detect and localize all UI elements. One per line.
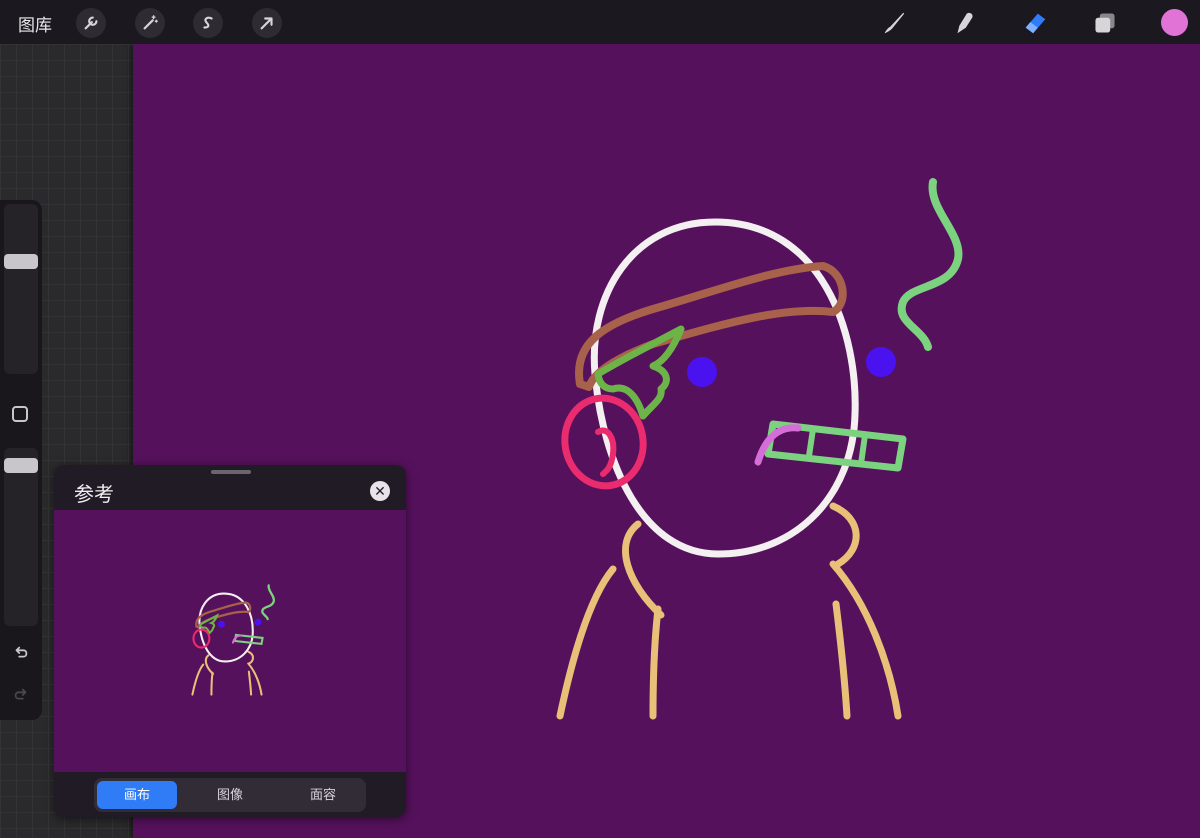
layers-icon bbox=[1095, 13, 1115, 33]
reference-mode-tabs: 画布 图像 面容 bbox=[94, 778, 366, 812]
arrow-cursor-icon bbox=[260, 17, 273, 30]
close-button[interactable]: ✕ bbox=[370, 481, 390, 501]
redo-icon bbox=[14, 688, 27, 700]
magic-wand-icon bbox=[143, 15, 158, 30]
top-toolbar: 图库 bbox=[0, 0, 1200, 44]
selection-s-icon bbox=[203, 16, 213, 29]
layers-button[interactable] bbox=[1090, 8, 1120, 38]
undo-button[interactable] bbox=[8, 640, 34, 666]
eraser-icon bbox=[1025, 13, 1046, 34]
undo-icon bbox=[15, 646, 28, 658]
brush-icon bbox=[884, 12, 905, 34]
smudge-button[interactable] bbox=[949, 8, 979, 38]
brush-opacity-slider[interactable] bbox=[4, 448, 38, 626]
brush-opacity-slider-thumb[interactable] bbox=[4, 458, 38, 473]
brush-button[interactable] bbox=[878, 8, 908, 38]
wrench-icon bbox=[84, 16, 98, 30]
reference-thumbnail bbox=[191, 584, 275, 696]
redo-button[interactable] bbox=[8, 682, 34, 708]
transform-button[interactable] bbox=[252, 8, 282, 38]
tab-image[interactable]: 图像 bbox=[190, 781, 270, 809]
reference-panel[interactable]: 参考 ✕ 画布 图像 面容 bbox=[54, 465, 406, 817]
reference-preview bbox=[54, 510, 406, 772]
actions-button[interactable] bbox=[76, 8, 106, 38]
left-sidebar bbox=[0, 200, 42, 720]
brush-size-slider[interactable] bbox=[4, 204, 38, 374]
panel-drag-handle[interactable] bbox=[211, 470, 251, 474]
selection-button[interactable] bbox=[193, 8, 223, 38]
adjustments-button[interactable] bbox=[135, 8, 165, 38]
color-picker-button[interactable] bbox=[1161, 9, 1188, 36]
tab-face[interactable]: 面容 bbox=[283, 781, 363, 809]
brush-size-slider-thumb[interactable] bbox=[4, 254, 38, 269]
smudge-icon bbox=[957, 12, 973, 34]
modify-button[interactable] bbox=[12, 406, 28, 422]
close-icon: ✕ bbox=[374, 483, 386, 499]
panel-title: 参考 bbox=[74, 484, 114, 506]
tab-canvas[interactable]: 画布 bbox=[97, 781, 177, 809]
eraser-button[interactable] bbox=[1020, 8, 1050, 38]
gallery-button[interactable]: 图库 bbox=[18, 11, 52, 36]
